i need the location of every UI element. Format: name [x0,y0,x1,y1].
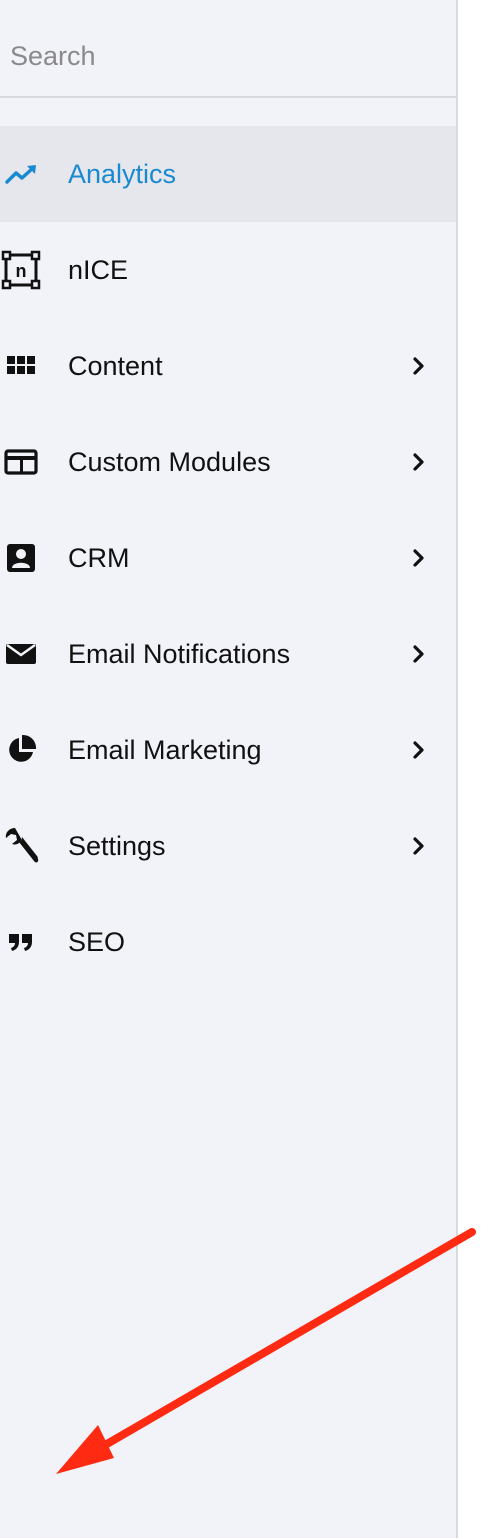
sidebar-item-analytics[interactable]: Analytics [0,126,456,222]
sidebar-item-settings[interactable]: Settings [0,798,456,894]
chevron-right-icon [404,351,434,381]
trending-up-icon [0,154,42,194]
sidebar-item-label: CRM [68,543,130,573]
chevron-right-icon [404,831,434,861]
grid-icon [0,346,42,386]
chevron-right-icon [404,447,434,477]
sidebar-item-label: Email Marketing [68,735,262,765]
quote-icon [0,922,42,962]
sidebar-item-email-marketing[interactable]: Email Marketing [0,702,456,798]
sidebar-item-label: Custom Modules [68,447,271,477]
sidebar-item-label: Settings [68,831,166,861]
chevron-right-icon [404,639,434,669]
sidebar: Analytics n nICE [0,0,458,1538]
chevron-right-icon [404,735,434,765]
main-content-area [458,0,502,1538]
contact-card-icon [0,538,42,578]
svg-text:n: n [16,261,27,281]
sidebar-item-label: Analytics [68,159,177,189]
sidebar-item-content[interactable]: Content [0,318,456,414]
sidebar-item-crm[interactable]: CRM [0,510,456,606]
wrench-icon [0,826,42,866]
search-input[interactable] [10,34,440,78]
sidebar-item-label: SEO [68,927,126,957]
chevron-right-icon [404,543,434,573]
sidebar-item-nice[interactable]: n nICE [0,222,456,318]
page: Analytics n nICE [0,0,502,1538]
search-bar [0,0,456,98]
envelope-icon [0,634,42,674]
pie-chart-icon [0,730,42,770]
sidebar-item-label: Email Notifications [68,639,291,669]
module-window-icon [0,442,42,482]
sidebar-item-seo[interactable]: SEO [0,894,456,990]
sidebar-item-label: nICE [68,255,129,285]
sidebar-item-label: Content [68,351,163,381]
nice-bracket-icon: n [0,250,42,290]
sidebar-item-email-notifications[interactable]: Email Notifications [0,606,456,702]
sidebar-nav: Analytics n nICE Content Custom Modules … [0,126,456,990]
sidebar-item-custom-modules[interactable]: Custom Modules [0,414,456,510]
